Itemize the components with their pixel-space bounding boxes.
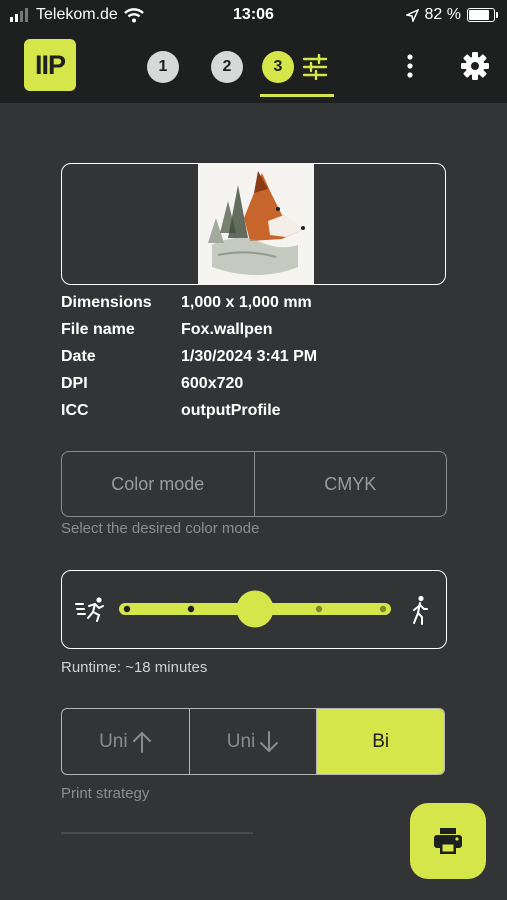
step-1-button[interactable]: 1	[147, 51, 179, 83]
battery-percent: 82 %	[424, 6, 461, 23]
strategy-bi-button[interactable]: Bi	[316, 709, 444, 774]
info-row-icc: ICC outputProfile	[61, 397, 317, 424]
step-2-button[interactable]: 2	[211, 51, 243, 83]
slider-stop-5[interactable]	[379, 605, 387, 613]
strategy-bi-label: Bi	[372, 730, 390, 752]
slider-stop-1[interactable]	[123, 605, 131, 613]
file-info: Dimensions 1,000 x 1,000 mm File name Fo…	[61, 289, 317, 424]
info-row-date: Date 1/30/2024 3:41 PM	[61, 343, 317, 370]
fox-preview-image	[198, 163, 314, 285]
info-value: Fox.wallpen	[181, 321, 273, 338]
info-row-file-name: File name Fox.wallpen	[61, 316, 317, 343]
app-logo: IIP	[24, 39, 76, 91]
print-button[interactable]	[410, 803, 486, 879]
walking-person-icon[interactable]	[409, 595, 431, 625]
printer-icon	[434, 828, 462, 854]
info-label: Date	[61, 348, 96, 365]
speed-slider[interactable]	[117, 589, 392, 629]
strategy-uni-down-button[interactable]: Uni	[188, 709, 317, 774]
runtime-estimate: Runtime: ~18 minutes	[61, 659, 208, 676]
color-mode-helper: Select the desired color mode	[61, 520, 260, 537]
down-arrow-icon	[260, 730, 279, 752]
strategy-uni-up-label: Uni	[99, 730, 128, 752]
info-label: Dimensions	[61, 294, 152, 311]
preview-card[interactable]	[61, 163, 446, 285]
battery-icon	[467, 8, 498, 22]
step-3-button[interactable]: 3	[262, 51, 294, 83]
color-mode-label[interactable]: Color mode	[62, 452, 254, 516]
app-bar: IIP 1 2 3	[0, 30, 507, 103]
tune-icon[interactable]	[302, 54, 328, 80]
strategy-uni-down-label: Uni	[226, 730, 256, 752]
status-bar: Telekom.de 13:06 82 %	[0, 0, 507, 30]
print-speed-card	[61, 570, 447, 649]
info-label: ICC	[61, 402, 89, 419]
color-mode-selector[interactable]: Color mode CMYK	[61, 451, 447, 517]
print-strategy-helper: Print strategy	[61, 785, 150, 802]
print-strategy-selector[interactable]: Uni Uni Bi	[61, 708, 445, 775]
info-value: outputProfile	[181, 402, 281, 419]
slider-thumb[interactable]	[236, 590, 274, 628]
info-label: DPI	[61, 375, 88, 392]
status-right: 82 %	[405, 6, 498, 24]
info-row-dpi: DPI 600x720	[61, 370, 317, 397]
slider-stop-2[interactable]	[187, 605, 195, 613]
slider-stop-4[interactable]	[315, 605, 323, 613]
up-arrow-icon	[132, 731, 151, 753]
more-vertical-icon[interactable]	[400, 52, 420, 80]
color-mode-value[interactable]: CMYK	[253, 452, 447, 516]
info-value: 1/30/2024 3:41 PM	[181, 348, 318, 365]
info-value: 1,000 x 1,000 mm	[181, 294, 312, 311]
info-row-dimensions: Dimensions 1,000 x 1,000 mm	[61, 289, 317, 316]
divider	[61, 832, 253, 834]
battery-level	[469, 10, 489, 20]
location-arrow-icon	[405, 8, 419, 22]
info-value: 600x720	[181, 375, 244, 392]
running-person-icon[interactable]	[75, 596, 107, 622]
info-label: File name	[61, 321, 135, 338]
gear-icon[interactable]	[460, 51, 490, 81]
strategy-uni-up-button[interactable]: Uni	[62, 709, 189, 774]
active-step-indicator	[260, 94, 334, 97]
